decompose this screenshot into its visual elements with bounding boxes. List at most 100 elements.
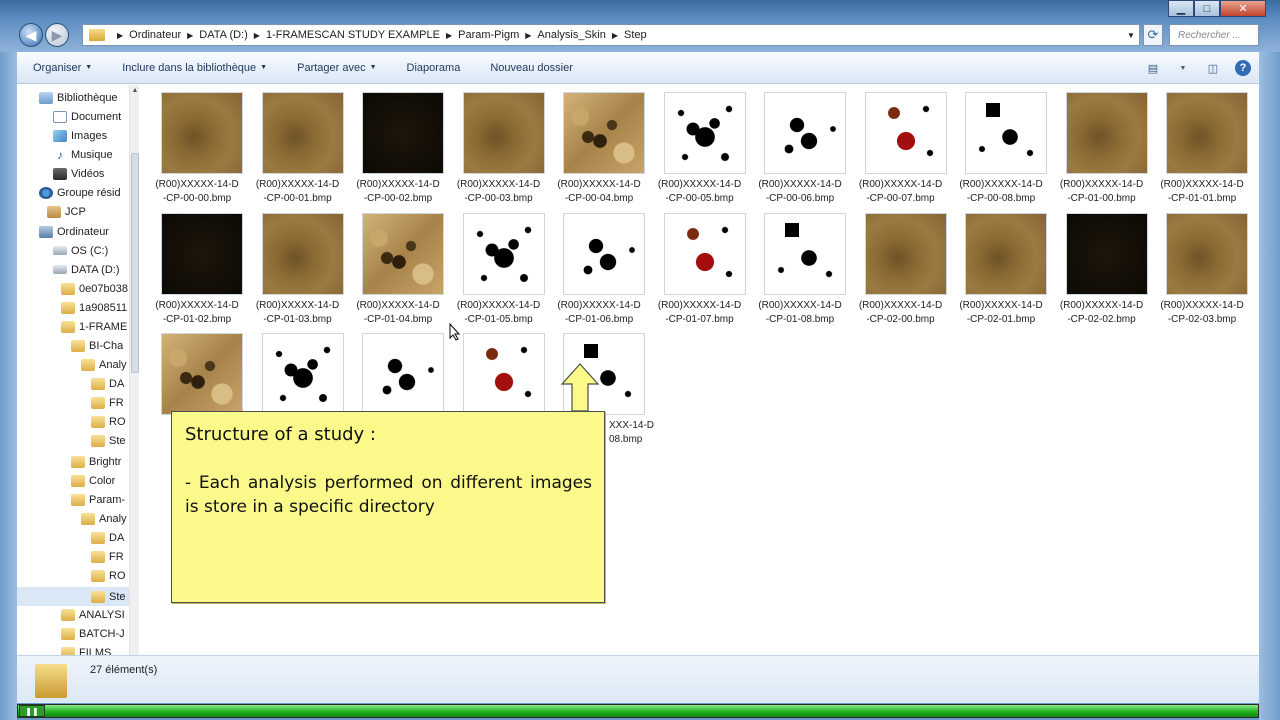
- nav-item[interactable]: Ste: [91, 587, 126, 606]
- chevron-right-icon[interactable]: ▶: [187, 31, 193, 40]
- refresh-button[interactable]: ⟳: [1143, 24, 1163, 46]
- breadcrumb-item[interactable]: 1-FRAMESCAN STUDY EXAMPLE: [266, 29, 440, 41]
- playback-progress[interactable]: [17, 704, 1259, 718]
- file-item[interactable]: (R00)XXXXX-14-D -CP-00-04.bmp: [549, 85, 649, 206]
- nav-item[interactable]: DA: [91, 528, 124, 547]
- file-item[interactable]: (R00)XXXXX-14-D -CP-02-02.bmp: [1052, 206, 1150, 325]
- file-name-line: -CP-00-07.bmp: [866, 193, 935, 204]
- nav-item[interactable]: Brightr: [71, 452, 121, 471]
- nav-item[interactable]: Analy: [81, 509, 127, 528]
- nav-item[interactable]: Ste: [91, 431, 126, 450]
- share-with-label: Partager avec: [297, 61, 366, 74]
- nav-item[interactable]: ♪ Musique: [53, 145, 113, 164]
- new-folder-button[interactable]: Nouveau dossier: [474, 62, 587, 74]
- address-bar[interactable]: ▶ Ordinateur ▶ DATA (D:) ▶ 1-FRAMESCAN STUDY …: [82, 24, 1140, 46]
- help-icon[interactable]: ?: [1235, 60, 1251, 76]
- slideshow-button[interactable]: Diaporama: [391, 62, 475, 74]
- nav-item[interactable]: ANALYSI: [61, 605, 125, 624]
- nav-item[interactable]: Images: [53, 126, 107, 145]
- file-item[interactable]: (R00)XXXXX-14-D -CP-00-08.bmp: [951, 85, 1049, 204]
- breadcrumb-item[interactable]: Ordinateur: [129, 29, 181, 41]
- file-item[interactable]: (R00)XXXXX-14-D -CP-00-01.bmp: [248, 85, 348, 206]
- breadcrumb-item[interactable]: Analysis_Skin: [537, 29, 605, 41]
- file-name: (R00)XXXXX-14-D -CP-00-04.bmp: [549, 178, 649, 206]
- maximize-button[interactable]: □: [1194, 0, 1220, 17]
- chevron-down-icon[interactable]: ▼: [1175, 60, 1191, 76]
- file-item[interactable]: (R00)XXXXX-14-D -CP-02-00.bmp: [851, 206, 949, 325]
- pause-button[interactable]: ❚❚: [19, 705, 45, 717]
- nav-item[interactable]: 1-FRAME: [61, 317, 127, 336]
- forward-button[interactable]: ▶: [45, 23, 69, 47]
- file-name: (R00)XXXXX-14-D -CP-00-01.bmp: [248, 178, 348, 206]
- file-name-line: -CP-00-04.bmp: [564, 193, 634, 204]
- file-item[interactable]: (R00)XXXXX-14-D -CP-02-01.bmp: [951, 206, 1049, 325]
- nav-item[interactable]: BI-Cha: [71, 336, 123, 355]
- scroll-up-icon[interactable]: ▲: [130, 87, 140, 94]
- breadcrumb-item[interactable]: Step: [624, 29, 647, 41]
- search-input[interactable]: Rechercher ...: [1169, 24, 1259, 46]
- organiser-menu[interactable]: Organiser ▼: [17, 62, 106, 74]
- file-item[interactable]: (R00)XXXXX-14-D -CP-01-00.bmp: [1052, 85, 1150, 204]
- nav-item[interactable]: RO: [91, 566, 126, 585]
- file-item[interactable]: (R00)XXXXX-14-D -CP-01-04.bmp: [348, 206, 446, 325]
- file-item[interactable]: (R00)XXXXX-14-D -CP-00-05.bmp: [650, 85, 748, 204]
- file-item[interactable]: (R00)XXXXX-14-D -CP-00-03.bmp: [449, 85, 547, 204]
- share-with-menu[interactable]: Partager avec ▼: [281, 62, 390, 74]
- chevron-right-icon[interactable]: ▶: [446, 31, 452, 40]
- breadcrumb-item[interactable]: DATA (D:): [199, 29, 247, 41]
- preview-pane-icon[interactable]: ◫: [1205, 60, 1221, 76]
- file-item[interactable]: (R00)XXXXX-14-D -CP-01-06.bmp: [549, 206, 647, 325]
- slideshow-label: Diaporama: [406, 61, 461, 74]
- file-item[interactable]: (R00)XXXXX-14-D -CP-01-02.bmp: [147, 206, 245, 325]
- file-item[interactable]: (R00)XXXXX-14-D -CP-01-07.bmp: [650, 206, 748, 325]
- minimize-button[interactable]: ▁: [1168, 0, 1194, 17]
- nav-item-label: DATA (D:): [71, 263, 120, 276]
- nav-item[interactable]: FR: [91, 393, 124, 412]
- file-item[interactable]: (R00)XXXXX-14-D -CP-01-01.bmp: [1152, 85, 1250, 204]
- nav-item[interactable]: DA: [91, 374, 124, 393]
- nav-item[interactable]: RO: [91, 412, 126, 431]
- chevron-right-icon[interactable]: ▶: [525, 31, 531, 40]
- nav-item[interactable]: 1a908511: [61, 298, 127, 317]
- file-item[interactable]: (R00)XXXXX-14-D -CP-00-07.bmp: [851, 85, 949, 204]
- nav-item[interactable]: Vidéos: [53, 164, 104, 183]
- address-dropdown-icon[interactable]: ▼: [1123, 31, 1139, 40]
- nav-item[interactable]: Param-: [71, 490, 125, 509]
- file-item[interactable]: (R00)XXXXX-14-D -CP-01-03.bmp: [248, 206, 346, 325]
- file-name-line: -CP-00-03.bmp: [464, 193, 533, 204]
- chevron-right-icon[interactable]: ▶: [117, 31, 123, 40]
- chevron-right-icon[interactable]: ▶: [612, 31, 618, 40]
- chevron-right-icon[interactable]: ▶: [254, 31, 260, 40]
- folder-icon: [91, 569, 105, 582]
- file-item[interactable]: (R00)XXXXX-14-D -CP-01-05.bmp: [449, 206, 547, 325]
- file-name-line: -CP-01-08.bmp: [765, 313, 835, 325]
- nav-item[interactable]: FR: [91, 547, 124, 566]
- file-item[interactable]: (R00)XXXXX-14-D -CP-01-08.bmp: [750, 206, 848, 325]
- file-name-line: -CP-02-00.bmp: [866, 313, 935, 325]
- images-icon: [53, 129, 67, 142]
- close-button[interactable]: ✕: [1220, 0, 1266, 17]
- file-item[interactable]: (R00)XXXXX-14-D -CP-00-02.bmp: [348, 85, 446, 204]
- nav-item[interactable]: Color: [71, 471, 115, 490]
- include-library-menu[interactable]: Inclure dans la bibliothèque ▼: [106, 62, 281, 74]
- back-button[interactable]: ◀: [19, 23, 43, 47]
- nav-item[interactable]: Document: [53, 107, 121, 126]
- file-item[interactable]: (R00)XXXXX-14-D -CP-00-00.bmp: [147, 85, 245, 204]
- nav-item[interactable]: Ordinateur: [39, 222, 109, 241]
- view-options-icon[interactable]: ▤: [1145, 60, 1161, 76]
- callout-title: Structure of a study :: [185, 424, 376, 445]
- nav-item[interactable]: OS (C:): [53, 241, 108, 260]
- nav-item[interactable]: Analy: [81, 355, 127, 374]
- nav-item[interactable]: JCP: [47, 202, 86, 221]
- nav-item[interactable]: DATA (D:): [53, 260, 119, 279]
- file-item[interactable]: (R00)XXXXX-14-D -CP-00-06.bmp: [750, 85, 848, 204]
- file-item[interactable]: (R00)XXXXX-14-D -CP-02-03.bmp: [1152, 206, 1250, 325]
- nav-item[interactable]: Bibliothèque: [39, 88, 118, 107]
- nav-item[interactable]: BATCH-J: [61, 624, 125, 643]
- nav-item[interactable]: 0e07b038: [61, 279, 128, 298]
- image-thumbnail: [663, 92, 746, 174]
- nav-scroll-thumb[interactable]: [131, 153, 139, 373]
- nav-scrollbar[interactable]: ▲ ▼: [129, 85, 139, 669]
- breadcrumb-item[interactable]: Param-Pigm: [458, 29, 519, 41]
- nav-item[interactable]: Groupe résid: [39, 183, 121, 202]
